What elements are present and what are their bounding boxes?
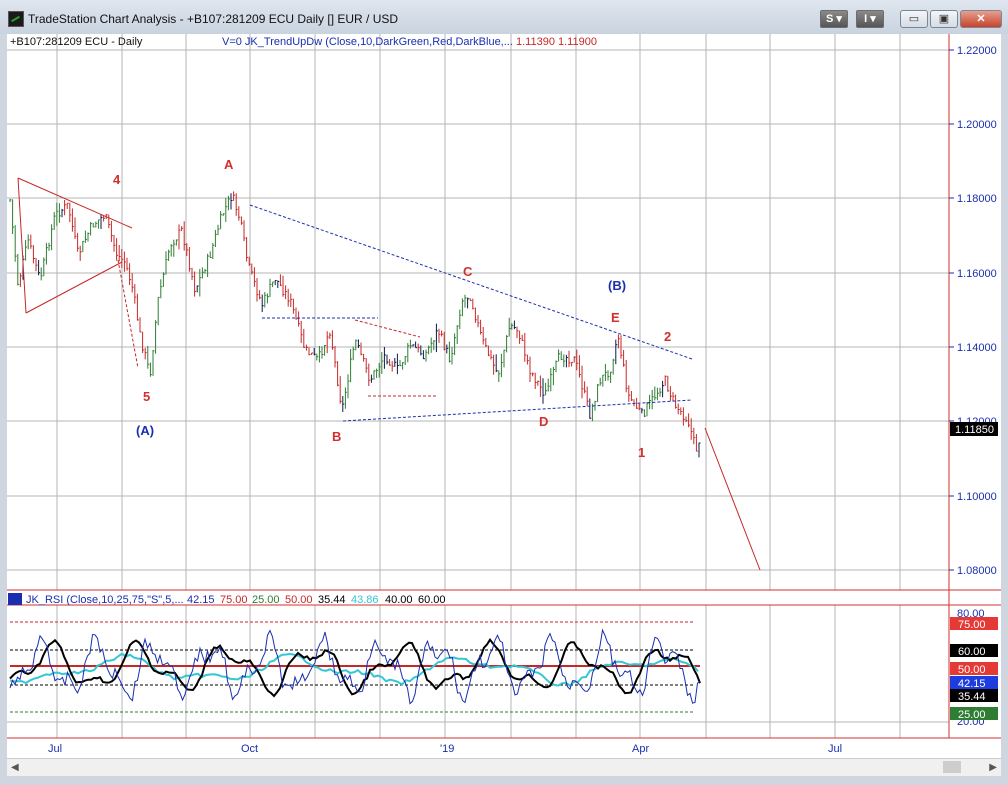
wave-4-label: 4: [113, 172, 121, 187]
rsi-value-2: 75.00: [220, 594, 248, 606]
wave-big-b-label: (B): [608, 278, 626, 293]
scroll-left-icon[interactable]: ◀: [11, 762, 19, 773]
wave-1-label: 1: [638, 445, 645, 460]
rsi-value-1: 42.15: [187, 594, 215, 606]
tradestation-app-icon: [8, 11, 24, 27]
rsi-badge-75: 75.00: [958, 619, 986, 631]
rsi-value-6: 43.86: [351, 594, 379, 606]
window-title: TradeStation Chart Analysis - +B107:2812…: [28, 12, 399, 26]
rsi-badge-60: 60.00: [958, 646, 986, 658]
horizontal-scrollbar[interactable]: ◀ ▶: [7, 758, 1001, 776]
rsi-badge-50: 50.00: [958, 664, 986, 676]
price-tick: 1.14000: [957, 342, 997, 354]
symbol-label: +B107:281209 ECU - Daily: [10, 36, 143, 48]
wave-d-label: D: [539, 414, 548, 429]
wave-2-label: 2: [664, 329, 671, 344]
rsi-value-4: 50.00: [285, 594, 313, 606]
title-bar: TradeStation Chart Analysis - +B107:2812…: [0, 0, 1008, 34]
price-tick: 1.18000: [957, 193, 997, 205]
price-tick: 1.16000: [957, 268, 997, 280]
scroll-right-icon[interactable]: ▶: [989, 762, 997, 773]
wave-a-label: A: [224, 157, 234, 172]
s-menu-button[interactable]: S ▾: [820, 10, 848, 28]
scrollbar-thumb[interactable]: [943, 761, 961, 773]
maximize-button[interactable]: ▣: [930, 10, 958, 28]
rsi-color-swatch: [8, 593, 22, 605]
x-label-jul-2: Jul: [828, 743, 842, 755]
price-tick: 1.22000: [957, 45, 997, 57]
x-label-oct: Oct: [241, 743, 258, 755]
x-label-2019: '19: [440, 743, 454, 755]
chart-area[interactable]: 4 5 (A) A B C D E (B) 1 2 +B107:281209 E…: [7, 34, 1001, 774]
last-price-value: 1.11850: [955, 424, 994, 436]
wave-e-label: E: [611, 310, 620, 325]
rsi-value-3: 25.00: [252, 594, 280, 606]
rsi-value-7: 40.00: [385, 594, 413, 606]
minimize-button[interactable]: ▭: [900, 10, 928, 28]
close-button[interactable]: ✕: [960, 10, 1002, 28]
i-menu-button[interactable]: I ▾: [856, 10, 884, 28]
wave-c-label: C: [463, 264, 473, 279]
wave-5-label: 5: [143, 389, 150, 404]
rsi-badge-25: 25.00: [958, 709, 986, 721]
x-label-apr: Apr: [632, 743, 649, 755]
rsi-label: JK_RSI (Close,10,25,75,"S",5,...: [26, 594, 184, 606]
rsi-value-8: 60.00: [418, 594, 446, 606]
rsi-badge-42: 42.15: [958, 678, 986, 690]
x-label-jul: Jul: [48, 743, 62, 755]
price-tick: 1.08000: [957, 565, 997, 577]
price-tick: 1.10000: [957, 491, 997, 503]
wave-b-label: B: [332, 429, 341, 444]
indicator-label: V=0 JK_TrendUpDw (Close,10,DarkGreen,Red…: [222, 36, 513, 48]
chart-svg[interactable]: 4 5 (A) A B C D E (B) 1 2 +B107:281209 E…: [7, 34, 1001, 758]
rsi-badge-35: 35.44: [958, 691, 986, 703]
price-tick: 1.20000: [957, 119, 997, 131]
rsi-value-5: 35.44: [318, 594, 346, 606]
indicator-values: 1.11390 1.11900: [516, 36, 597, 48]
wave-big-a-label: (A): [136, 423, 154, 438]
